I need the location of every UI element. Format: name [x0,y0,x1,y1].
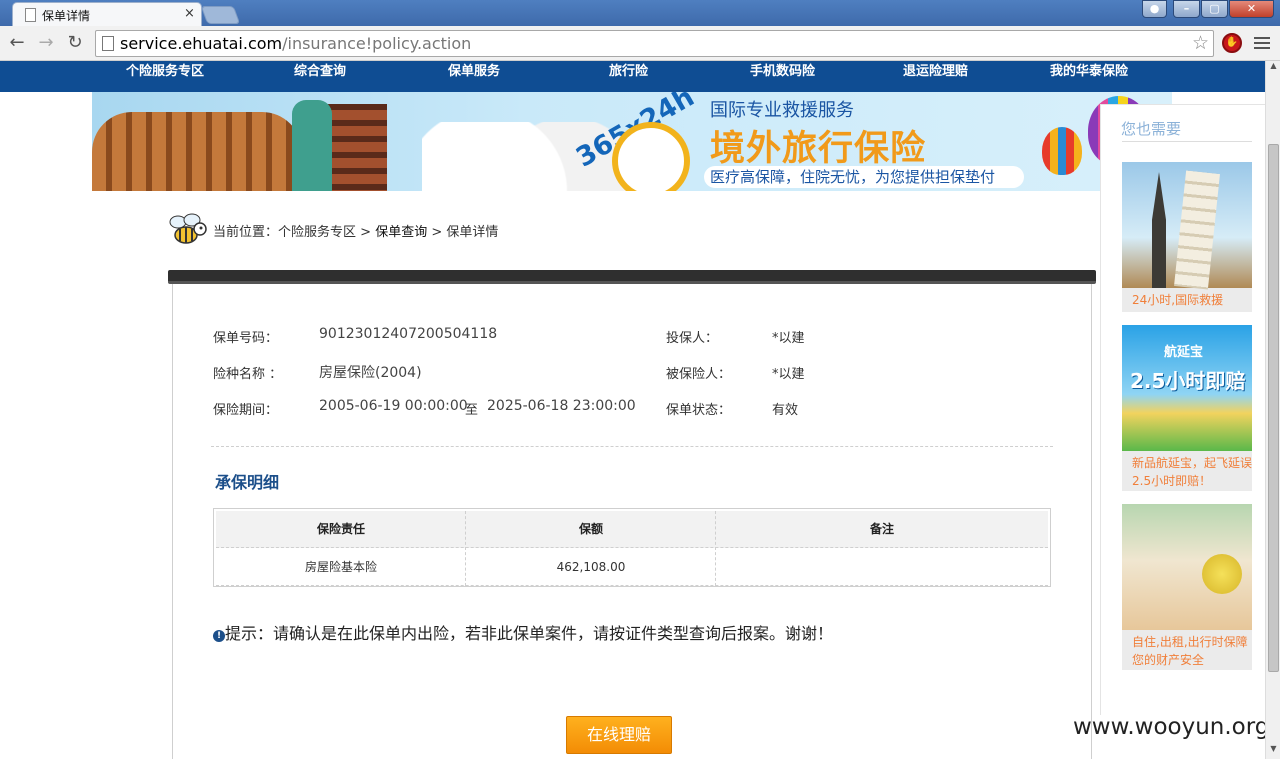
info-icon: ! [213,630,225,642]
bookmark-star-icon[interactable]: ☆ [1192,32,1209,54]
breadcrumb-prefix: 当前位置： [213,225,279,240]
scroll-up-arrow-icon[interactable]: ▲ [1266,61,1280,75]
panel-top-bar [168,270,1096,284]
table-cell-amount: 462,108.00 [556,560,626,574]
colosseum-illustration [92,112,302,191]
policy-holder-label: 投保人： [666,331,719,346]
table-header-remark: 备注 [869,522,894,536]
url-path: /insurance!policy.action [282,34,472,53]
close-window-button[interactable]: ✕ [1229,0,1274,18]
forward-icon[interactable]: → [34,32,58,54]
tab-title: 保单详情 [42,9,91,23]
nav-travel-insurance[interactable]: 旅行险 [609,61,648,83]
url-host: service.ehuatai.com [120,34,283,53]
status-value: 有效 [772,403,799,418]
banner-line2: 境外旅行保险 [710,129,927,169]
maximize-button[interactable]: ▢ [1201,0,1228,18]
online-claim-button[interactable]: 在线理赔 [566,716,672,754]
coverage-table: 保险责任 保额 备注 房屋险基本险 462,108.00 [213,508,1051,587]
hot-air-balloon-icon [1042,127,1082,175]
image-subtitle: 2.5小时即赔 [1130,369,1246,393]
address-bar[interactable]: service.ehuatai.com/insurance!policy.act… [95,30,1214,57]
period-start: 2005-06-19 00:00:00 [319,398,468,414]
card-caption: 新品航延宝，起飞延误 [1132,456,1253,470]
bee-mascot-icon [169,213,207,244]
nav-my-huatai[interactable]: 我的华泰保险 [1050,61,1128,83]
landmarks-image [1122,162,1252,290]
period-end: 2025-06-18 23:00:00 [487,398,636,414]
insured-label: 被保险人： [666,367,732,382]
period-label: 保险期间： [213,403,279,418]
policy-number-label: 保单号码： [213,331,279,346]
nav-query[interactable]: 综合查询 [294,61,346,83]
menu-icon[interactable] [1254,34,1270,52]
nav-personal-insurance[interactable]: 个险服务专区 [126,61,204,83]
flight-delay-image: 航延宝 2.5小时即赔 [1122,325,1252,451]
scroll-down-arrow-icon[interactable]: ▼ [1266,744,1280,758]
breadcrumb-separator: > [356,225,376,240]
table-header-amount: 保额 [578,522,603,536]
divider [211,446,1053,447]
card-caption: 自住,出租,出行时保障 [1132,635,1248,649]
tip-text: 提示：请确认是在此保单内出险，若非此保单案件，请按证件类型查询后报案。谢谢！ [225,624,834,643]
card-caption: 2.5小时即赔！ [1132,474,1212,488]
page-icon [25,8,36,22]
minimize-button[interactable]: – [1173,0,1200,18]
clock-icon [612,122,690,191]
breadcrumb-current: 保单详情 [446,225,499,240]
product-name-value: 房屋保险(2004) [319,365,422,381]
table-header-liability: 保险责任 [316,522,365,536]
sidebar-card-rescue[interactable]: 24小时,国际救援 [1122,162,1252,312]
tab-close-icon[interactable]: × [184,6,195,21]
product-name-label: 险种名称 ： [213,367,283,382]
nav-policy-service[interactable]: 保单服务 [448,61,500,83]
home-image [1122,504,1252,630]
scroll-thumb[interactable] [1268,144,1279,672]
breadcrumb-separator: > [427,225,447,240]
policy-holder-value: *以建 [772,331,805,346]
table-cell-liability: 房屋险基本险 [304,560,377,574]
row-divider [216,585,1048,586]
pagoda-illustration [327,104,387,191]
travel-insurance-banner[interactable]: 365x24h 国际专业救援服务 境外旅行保险 医疗高保障，住院无忧，为您提供担… [92,92,1172,191]
banner-line1: 国际专业救援服务 [710,100,854,121]
page-icon [102,36,114,51]
reload-icon[interactable]: ↻ [63,32,87,54]
adblock-extension-icon[interactable]: ✋ [1222,33,1242,53]
breadcrumb-personal-insurance[interactable]: 个险服务专区 [278,225,356,240]
back-icon[interactable]: ← [5,32,29,54]
user-icon[interactable]: ● [1142,0,1167,18]
banner-line3: 医疗高保障，住院无忧，为您提供担保垫付 [704,166,1024,188]
new-tab-button[interactable] [200,6,241,24]
nav-mobile-insurance[interactable]: 手机数码险 [750,61,815,83]
policy-number-value: 90123012407200504118 [319,326,498,342]
period-to: 至 [465,403,479,418]
card-caption: 您的财产安全 [1132,653,1205,667]
tip-message: ! 提示：请确认是在此保单内出险，若非此保单案件，请按证件类型查询后报案。谢谢！ [213,620,833,644]
insured-value: *以建 [772,367,805,382]
image-title: 航延宝 [1164,345,1204,360]
statue-of-liberty-illustration [292,100,332,191]
breadcrumb: 当前位置：个险服务专区 > 保单查询 > 保单详情 [213,221,498,240]
breadcrumb-policy-query[interactable]: 保单查询 [375,225,427,240]
vertical-scrollbar[interactable]: ▲ ▼ [1265,61,1280,759]
divider [1122,141,1252,142]
status-label: 保单状态： [666,403,732,418]
tab-policy-detail[interactable]: 保单详情 × [12,2,202,28]
sidebar-title: 您也需要 [1121,120,1182,138]
sidebar-card-flight-delay[interactable]: 航延宝 2.5小时即赔 新品航延宝，起飞延误 2.5小时即赔！ [1122,325,1252,491]
coverage-section-title: 承保明细 [215,473,280,492]
nav-return-claims[interactable]: 退运险理赔 [903,61,968,83]
watermark: www.wooyun.org [1073,714,1270,740]
sidebar-card-property[interactable]: 自住,出租,出行时保障 您的财产安全 [1122,504,1252,670]
url-text: service.ehuatai.com/insurance!policy.act… [120,34,471,53]
card-caption: 24小时,国际救援 [1132,293,1224,307]
